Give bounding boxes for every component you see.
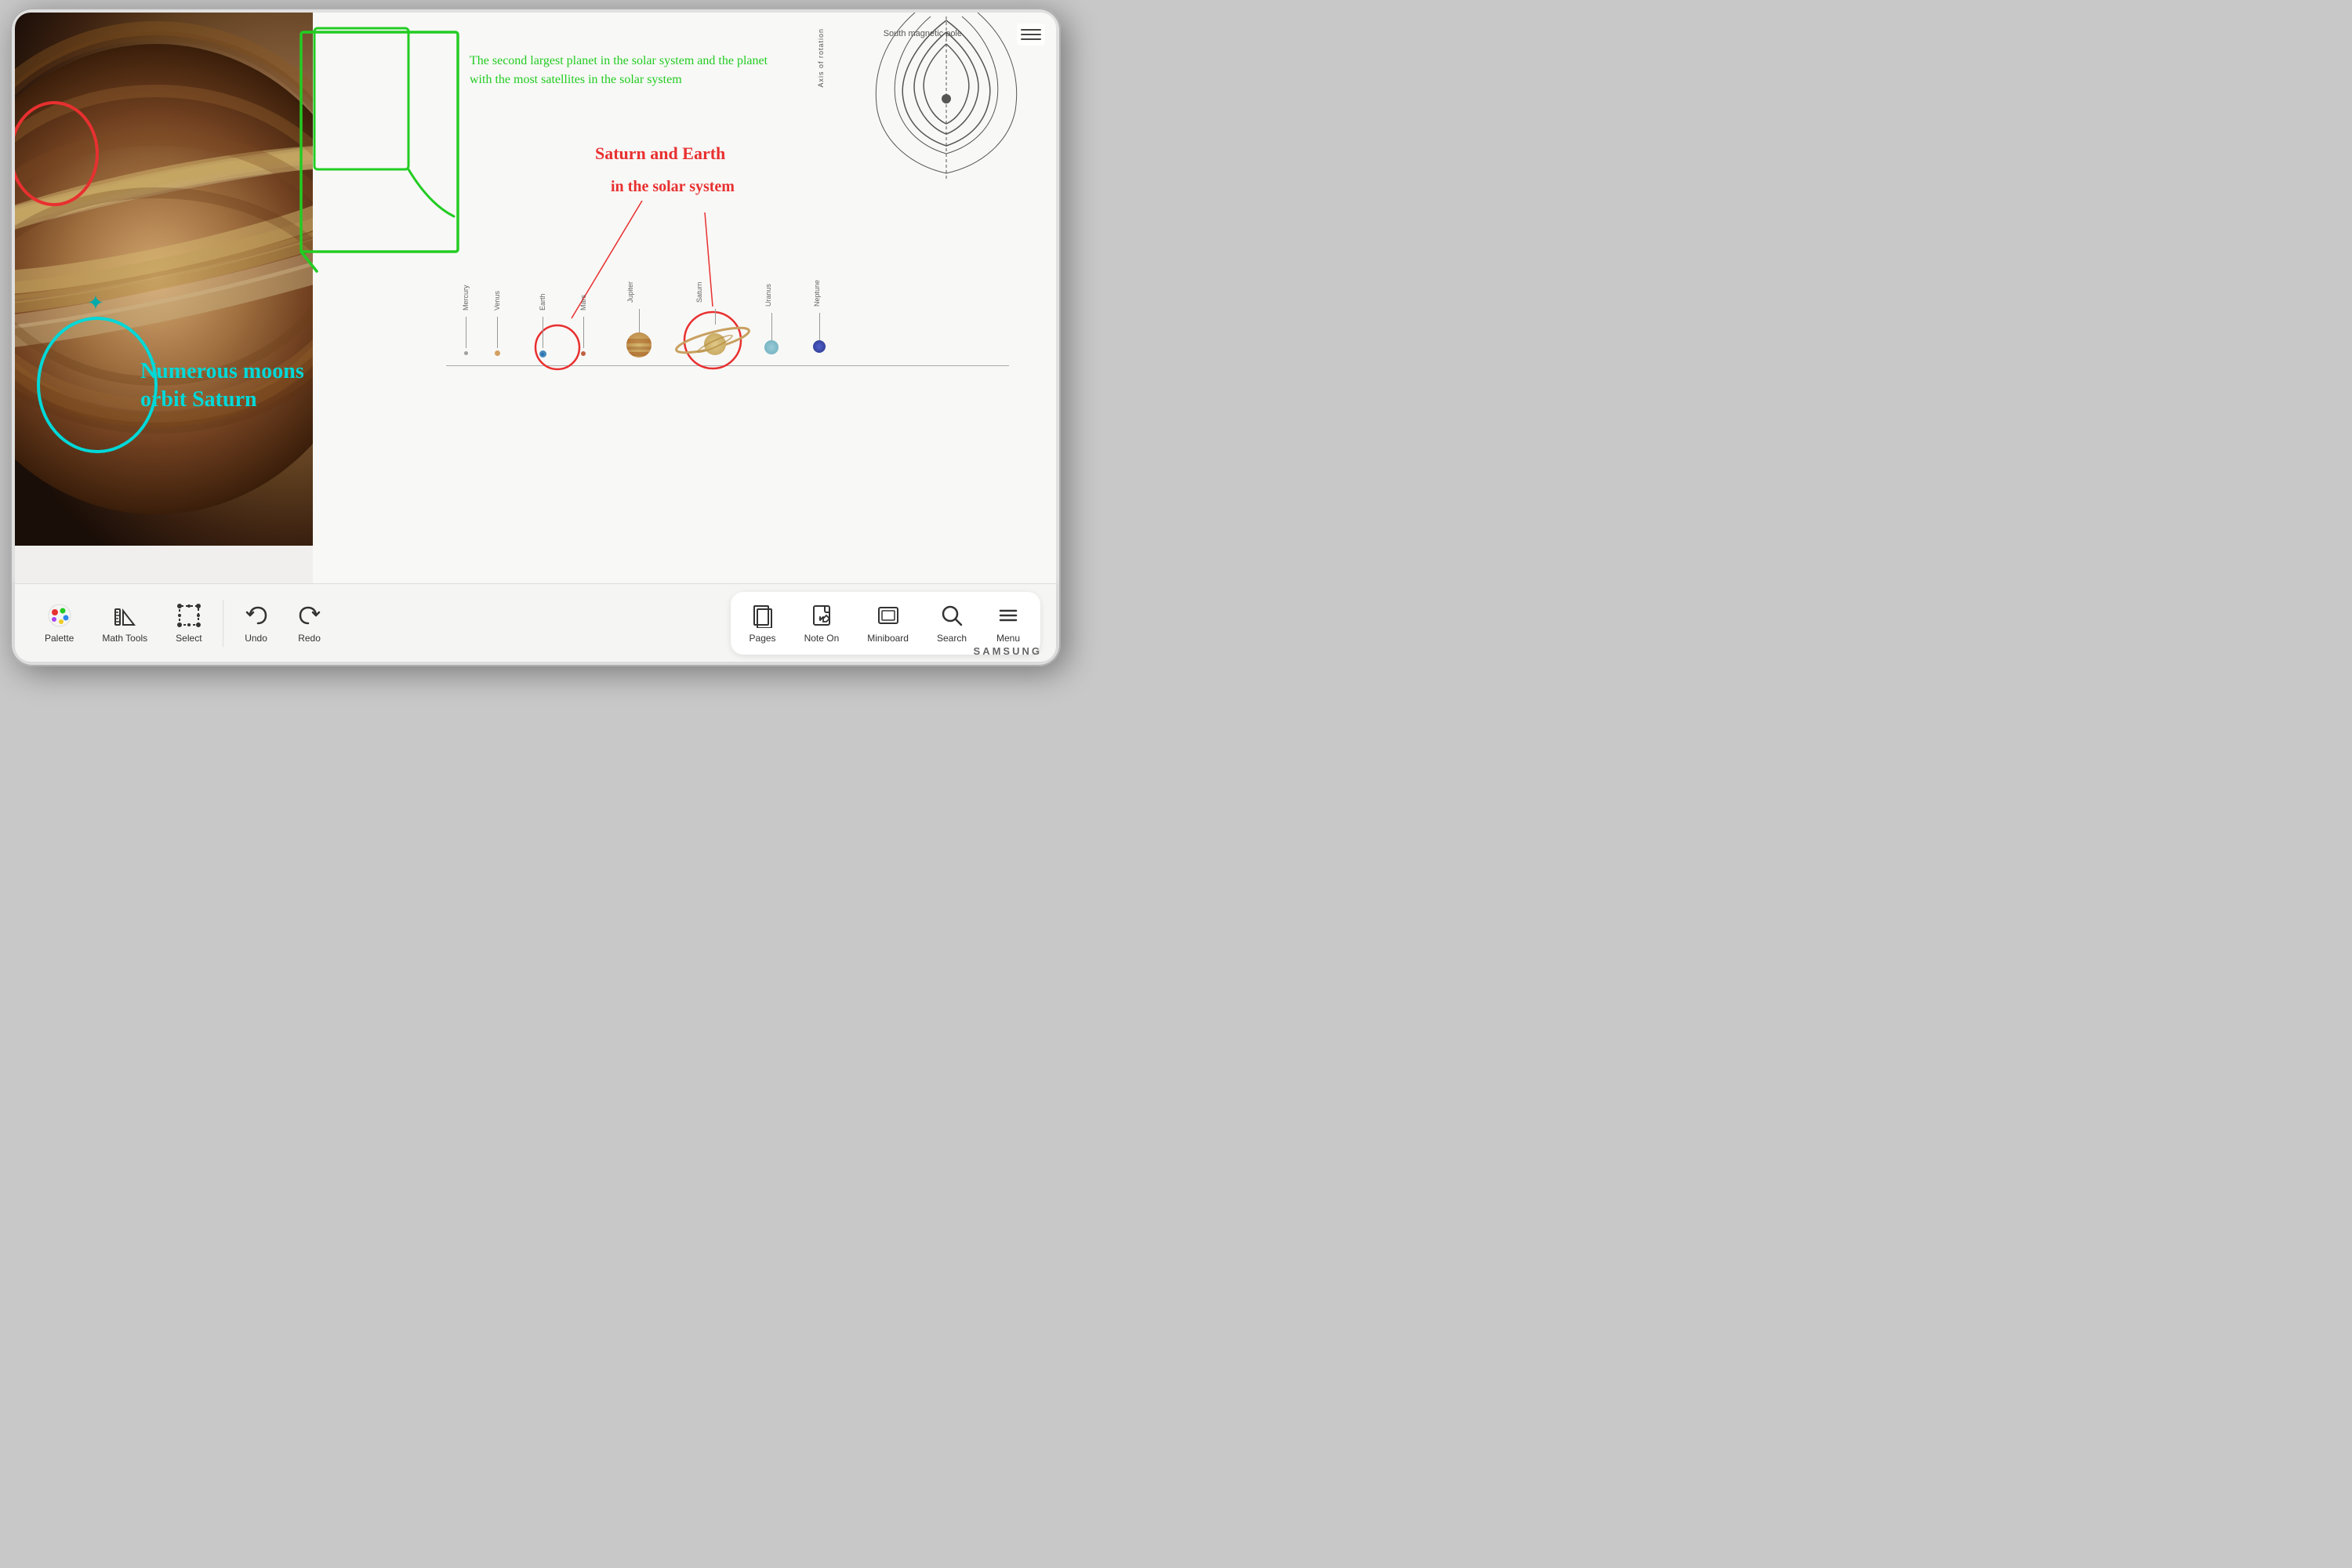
note-on-label: Note On	[804, 633, 840, 644]
red-annotation-title: Saturn and Earth	[595, 142, 725, 166]
menu-label: Menu	[996, 633, 1020, 644]
palette-button[interactable]: Palette	[31, 597, 88, 650]
redo-icon	[297, 603, 322, 628]
uranus-label: Uranus	[764, 263, 772, 307]
mars-label: Mars	[579, 263, 587, 310]
palette-label: Palette	[45, 633, 74, 644]
jupiter-label: Jupiter	[626, 263, 634, 303]
miniboard-button[interactable]: Miniboard	[853, 597, 923, 650]
undo-label: Undo	[245, 633, 267, 644]
search-icon	[939, 603, 964, 628]
miniboard-icon	[876, 603, 901, 628]
select-icon	[176, 603, 201, 628]
planet-venus: Venus	[493, 263, 501, 358]
math-tools-button[interactable]: Math Tools	[88, 597, 162, 650]
planet-neptune: Neptune	[813, 263, 826, 353]
redo-label: Redo	[298, 633, 321, 644]
math-tools-icon	[112, 603, 137, 628]
search-button[interactable]: Search	[923, 597, 981, 650]
whiteboard-area: South magnetic pole Axis of rotation The…	[313, 13, 1056, 583]
toolbar: Palette Math Tools	[15, 583, 1056, 662]
planet-mercury: Mercury	[462, 263, 470, 358]
palette-icon	[47, 603, 72, 628]
math-tools-label: Math Tools	[102, 633, 147, 644]
saturn-label: Saturn	[695, 263, 703, 303]
note-on-icon	[809, 603, 834, 628]
green-annotation: The second largest planet in the solar s…	[470, 52, 783, 89]
device-frame: South magnetic pole Axis of rotation The…	[10, 8, 1061, 666]
note-on-button[interactable]: Note On	[790, 597, 854, 650]
planet-uranus: Uranus	[764, 263, 779, 354]
screen-area: South magnetic pole Axis of rotation The…	[15, 13, 1056, 583]
pages-label: Pages	[750, 633, 776, 644]
search-label: Search	[937, 633, 967, 644]
undo-icon	[244, 603, 269, 628]
pages-button[interactable]: Pages	[735, 597, 790, 650]
venus-label: Venus	[493, 263, 501, 310]
miniboard-label: Miniboard	[867, 633, 909, 644]
mercury-label: Mercury	[462, 263, 470, 310]
menu-icon[interactable]	[1017, 24, 1045, 45]
planet-saturn: Saturn	[695, 263, 735, 364]
solar-system-diagram: Mercury Venus Earth	[446, 263, 1009, 420]
hamburger-icon	[996, 603, 1021, 628]
planet-jupiter: Jupiter	[626, 263, 652, 358]
star-annotation: ✦	[87, 291, 104, 315]
red-annotation-subtitle: in the solar system	[611, 176, 735, 198]
undo-button[interactable]: Undo	[230, 597, 283, 650]
axis-rotation-label: Axis of rotation	[817, 28, 825, 88]
magnetic-field-diagram	[868, 13, 1025, 185]
planet-earth: Earth	[539, 263, 546, 360]
select-label: Select	[176, 633, 201, 644]
planet-mars: Mars	[579, 263, 587, 359]
menu-button[interactable]: Menu	[981, 597, 1036, 650]
redo-button[interactable]: Redo	[283, 597, 336, 650]
earth-label: Earth	[539, 263, 546, 310]
select-button[interactable]: Select	[162, 597, 216, 650]
neptune-label: Neptune	[813, 263, 821, 307]
samsung-logo: SAMSUNG	[974, 645, 1042, 657]
pages-icon	[750, 603, 775, 628]
mag-field-svg	[868, 13, 1025, 185]
